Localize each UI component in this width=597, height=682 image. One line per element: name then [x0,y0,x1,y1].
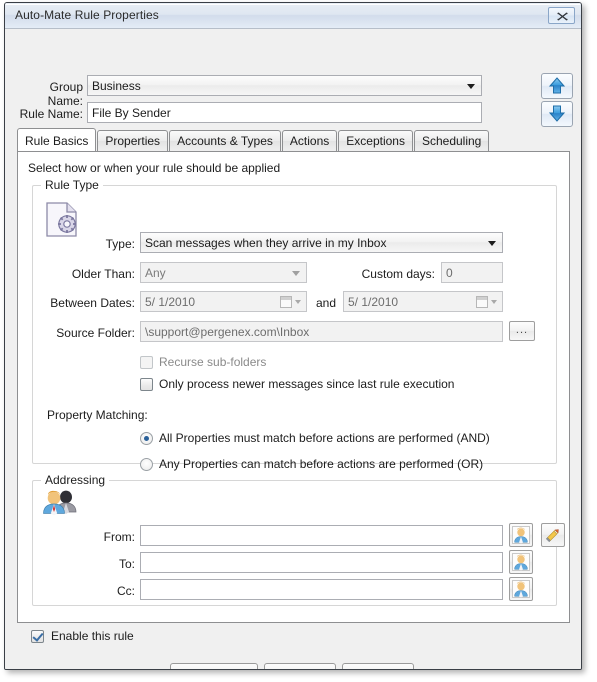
desktop-background: Auto-Mate Rule Properties Group Name: Bu… [0,0,597,682]
rule-properties-dialog: Auto-Mate Rule Properties Group Name: Bu… [4,2,582,670]
match-all-label: All Properties must match before actions… [159,431,490,445]
recurse-subfolders-checkbox[interactable] [140,356,153,369]
match-any-label: Any Properties can match before actions … [159,457,484,471]
addressing-groupbox: Addressing From: To: Cc: [32,473,565,606]
and-label: and [315,296,337,310]
document-gear-icon [43,200,81,245]
to-label: To: [118,557,135,571]
page-hint-text: Select how or when your rule should be a… [28,161,281,175]
arrow-down-icon [542,105,572,130]
from-edit-button[interactable] [541,523,565,547]
rule-type-groupbox: Rule Type Type: Scan messages when they … [32,178,557,471]
tab-scheduling[interactable]: Scheduling [413,130,490,151]
source-folder-label: Source Folder: [56,326,135,340]
two-people-icon [43,489,79,524]
date-to-picker-button[interactable] [471,293,501,310]
rule-name-label: Rule Name: [19,107,83,121]
chevron-down-icon [467,83,475,89]
calendar-icon [279,295,292,308]
cc-contact-picker-button[interactable] [509,577,533,601]
addressing-legend: Addressing [41,473,110,487]
group-name-combo[interactable]: Business [87,75,482,96]
contact-picker-icon [512,526,530,549]
older-than-label: Older Than: [71,267,135,281]
date-from-picker-button[interactable] [275,293,305,310]
pencil-edit-icon [544,526,562,549]
to-input[interactable] [140,552,503,573]
older-than-value: Any [145,266,166,280]
date-to-input[interactable]: 5/ 1/2010 [343,291,503,312]
date-from-input[interactable]: 5/ 1/2010 [140,291,307,312]
window-title: Auto-Mate Rule Properties [15,8,159,22]
contact-picker-icon [512,580,530,603]
match-all-radio[interactable] [140,432,153,445]
chevron-down-icon [490,299,497,304]
type-label: Type: [105,237,135,251]
rule-type-value: Scan messages when they arrive in my Inb… [145,236,387,250]
property-matching-label: Property Matching: [47,408,148,422]
apply-button[interactable]: Apply [342,663,414,669]
dialog-client-area: Group Name: Business Rule Name: File By … [5,29,581,669]
move-rule-up-button[interactable] [541,73,573,99]
chevron-down-icon [488,240,496,246]
match-any-radio[interactable] [140,458,153,471]
from-label: From: [103,530,135,544]
custom-days-input[interactable]: 0 [441,262,503,283]
only-newer-messages-checkbox[interactable] [140,378,153,391]
group-name-value: Business [92,79,141,93]
tab-properties[interactable]: Properties [97,130,169,151]
rule-type-legend: Rule Type [41,178,103,192]
custom-days-label: Custom days: [361,267,435,281]
calendar-icon [475,295,488,308]
rule-name-input[interactable]: File By Sender [87,102,482,123]
date-to-value: 5/ 1/2010 [348,295,399,309]
arrow-up-icon [542,77,572,102]
tab-strip: Rule Basics Properties Accounts & Types … [17,128,490,152]
only-newer-messages-label: Only process newer messages since last r… [159,377,455,391]
tab-page-rule-basics: Select how or when your rule should be a… [17,151,570,623]
title-bar[interactable]: Auto-Mate Rule Properties [5,3,581,29]
source-folder-input[interactable]: \support@pergenex.com\Inbox [140,321,503,342]
update-rule-button[interactable]: Update Rule [170,663,258,669]
date-from-value: 5/ 1/2010 [145,295,196,309]
tab-accounts-and-types[interactable]: Accounts & Types [169,130,281,151]
to-contact-picker-button[interactable] [509,550,533,574]
chevron-down-icon [292,270,300,276]
enable-rule-label: Enable this rule [51,629,134,643]
tab-rule-basics[interactable]: Rule Basics [17,128,97,151]
cc-label: Cc: [117,584,135,598]
cancel-button[interactable]: Cancel [264,663,336,669]
from-contact-picker-button[interactable] [509,523,533,547]
between-dates-label: Between Dates: [50,296,135,310]
group-name-label: Group Name: [47,80,83,108]
recurse-subfolders-label: Recurse sub-folders [159,355,267,369]
contact-picker-icon [512,553,530,576]
close-button[interactable] [548,7,575,24]
browse-source-folder-button[interactable]: ... [509,321,535,341]
from-input[interactable] [140,525,503,546]
tab-exceptions[interactable]: Exceptions [338,130,413,151]
chevron-down-icon [294,299,301,304]
tab-actions[interactable]: Actions [281,130,338,151]
rule-type-combo[interactable]: Scan messages when they arrive in my Inb… [140,232,503,253]
older-than-combo[interactable]: Any [140,262,307,283]
move-rule-down-button[interactable] [541,101,573,127]
cc-input[interactable] [140,579,503,600]
enable-rule-checkbox[interactable] [31,630,44,643]
